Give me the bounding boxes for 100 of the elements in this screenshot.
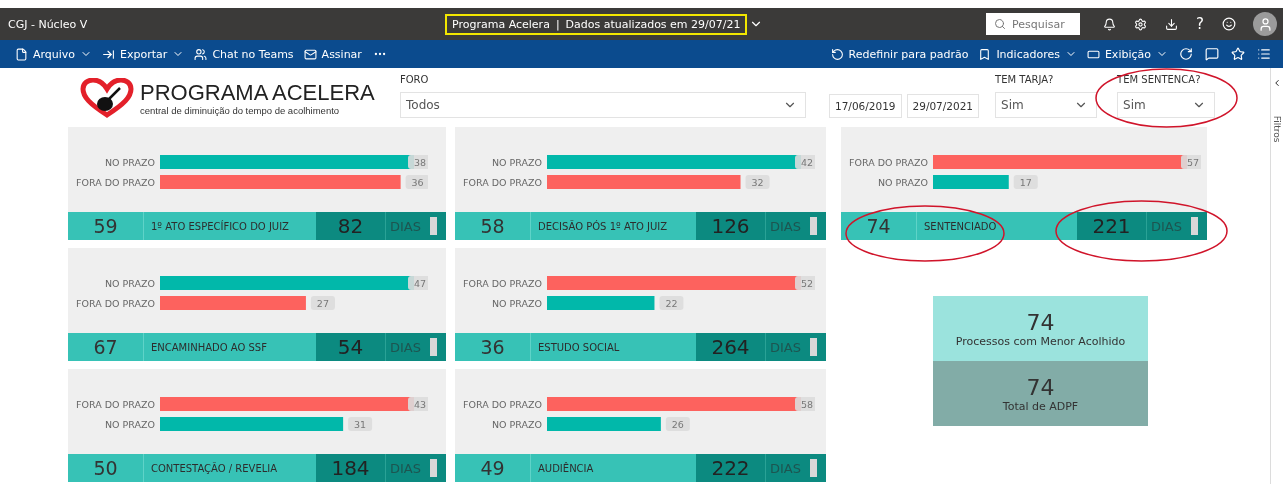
stage-label: AUDIÊNCIA [537, 461, 595, 476]
filter-pane[interactable]: Filtros [1270, 68, 1283, 484]
refresh-icon[interactable] [1179, 47, 1193, 61]
value-label: 57 [1181, 155, 1201, 169]
tarja-dropdown[interactable]: Sim [995, 92, 1098, 118]
data-label: 31 [354, 418, 367, 430]
search-icon [994, 18, 1007, 30]
logo-title: PROGRAMA ACELERA [140, 80, 375, 105]
toolbar-button[interactable]: Exportar [97, 40, 190, 68]
value-label: 42 [795, 155, 815, 169]
toolbar-button[interactable]: Indicadores [973, 40, 1082, 68]
bell-icon[interactable] [1103, 17, 1117, 31]
toolbar-button[interactable]: Exibição [1081, 40, 1173, 68]
count-value: 36 [455, 333, 531, 361]
data-label: 26 [671, 418, 684, 430]
date-field[interactable]: 17/06/2019 [829, 94, 902, 118]
bookmark-icon [978, 47, 992, 61]
category-label: FORA DO PRAZO [463, 278, 542, 289]
scrollbar-thumb[interactable] [1191, 217, 1198, 235]
value-label: 43 [408, 397, 428, 411]
data-label: 36 [411, 176, 424, 188]
value-label: 58 [795, 397, 815, 411]
search-field[interactable]: Pesquisar [986, 13, 1081, 35]
category-label: NO PRAZO [104, 157, 155, 168]
value-label: 38 [408, 155, 428, 169]
toolbar-button[interactable]: Chat no Teams [189, 40, 299, 68]
count-value: 58 [455, 212, 531, 240]
envelope-icon [303, 47, 317, 61]
category-label: NO PRAZO [491, 157, 542, 168]
settings-icon[interactable] [1134, 17, 1148, 31]
data-label: 27 [316, 297, 329, 309]
smiley-icon[interactable] [1222, 17, 1236, 31]
data-label: 38 [413, 156, 427, 168]
category-label: FORA DO PRAZO [76, 298, 155, 309]
kpi-label: Total de ADPF [1002, 399, 1079, 413]
data-label: 57 [1186, 156, 1200, 168]
toolbar-button[interactable]: Arquivo [10, 40, 98, 68]
scrollbar-thumb[interactable] [430, 459, 437, 477]
count-value: 50 [68, 454, 144, 482]
count-value: 59 [68, 212, 144, 240]
undo-icon [830, 47, 844, 61]
stage-label: 1º ATO ESPECÍFICO DO JUIZ [150, 219, 290, 234]
comment-icon[interactable] [1205, 47, 1219, 61]
heart-logo-icon [80, 78, 134, 118]
kpi-value: 74 [1026, 374, 1055, 400]
data-label: 58 [800, 398, 814, 410]
arrow-to-line-icon [102, 47, 116, 61]
sentenca-dropdown[interactable]: Sim [1117, 92, 1216, 118]
kpi-label: Processos com Menor Acolhido [955, 334, 1126, 348]
scrollbar-thumb[interactable] [810, 217, 817, 235]
avatar[interactable] [1253, 12, 1277, 36]
filter-label: FORO [400, 74, 430, 87]
stage-label: SENTENCIADO [923, 219, 998, 234]
category-label: NO PRAZO [491, 419, 542, 430]
scrollbar-thumb[interactable] [810, 338, 817, 356]
data-label: 17 [1019, 176, 1032, 188]
foro-dropdown[interactable]: Todos [400, 92, 806, 118]
download-icon[interactable] [1165, 17, 1179, 31]
value-label: 22 [659, 296, 684, 310]
count-value: 67 [68, 333, 144, 361]
stage-label: DECISÃO PÓS 1º ATO JUIZ [537, 219, 669, 234]
scrollbar-thumb[interactable] [430, 217, 437, 235]
help-button[interactable]: ? [1196, 15, 1204, 33]
value-label: 31 [348, 417, 373, 431]
star-icon[interactable] [1231, 47, 1245, 61]
collapse-icon[interactable] [1272, 78, 1282, 88]
days-value: 82 [316, 212, 386, 240]
logo-subtitle: central de diminuição do tempo de acolhimento [140, 104, 341, 116]
stage-label: ENCAMINHADO AO SSF [150, 340, 268, 355]
kpi-value: 74 [1026, 309, 1055, 335]
people-icon [194, 47, 208, 61]
data-label: 52 [800, 277, 814, 289]
stage-label: ESTUDO SOCIAL [537, 340, 621, 355]
category-label: FORA DO PRAZO [76, 177, 155, 188]
value-label: 36 [405, 175, 428, 189]
value-label: 47 [408, 276, 428, 290]
category-label: NO PRAZO [104, 278, 155, 289]
value-label: 52 [795, 276, 815, 290]
value-label: 27 [310, 296, 335, 310]
days-value: 184 [316, 454, 386, 482]
scrollbar-thumb[interactable] [430, 338, 437, 356]
data-label: 47 [413, 277, 427, 289]
data-label: 32 [751, 176, 764, 188]
data-label: 42 [800, 156, 814, 168]
toolbar-button[interactable]: Assinar [298, 40, 367, 68]
filter-pane-label: Filtros [1272, 115, 1282, 143]
category-label: FORA DO PRAZO [463, 177, 542, 188]
data-label: 43 [413, 398, 427, 410]
days-value: 221 [1077, 212, 1147, 240]
workspace-name: CGJ - Núcleo V [8, 17, 89, 31]
list-icon[interactable] [1257, 47, 1271, 61]
count-value: 74 [841, 212, 917, 240]
scrollbar-thumb[interactable] [810, 459, 817, 477]
toolbar-button[interactable]: Redefinir para padrão [825, 40, 974, 68]
days-value: 264 [696, 333, 766, 361]
data-label: 22 [665, 297, 678, 309]
category-label: FORA DO PRAZO [76, 399, 155, 410]
file-icon [15, 47, 28, 61]
date-field[interactable]: 29/07/2021 [906, 94, 980, 118]
report-title-dropdown[interactable]: Programa Acelera | Dados atualizados em 29/07/21 [445, 13, 748, 35]
